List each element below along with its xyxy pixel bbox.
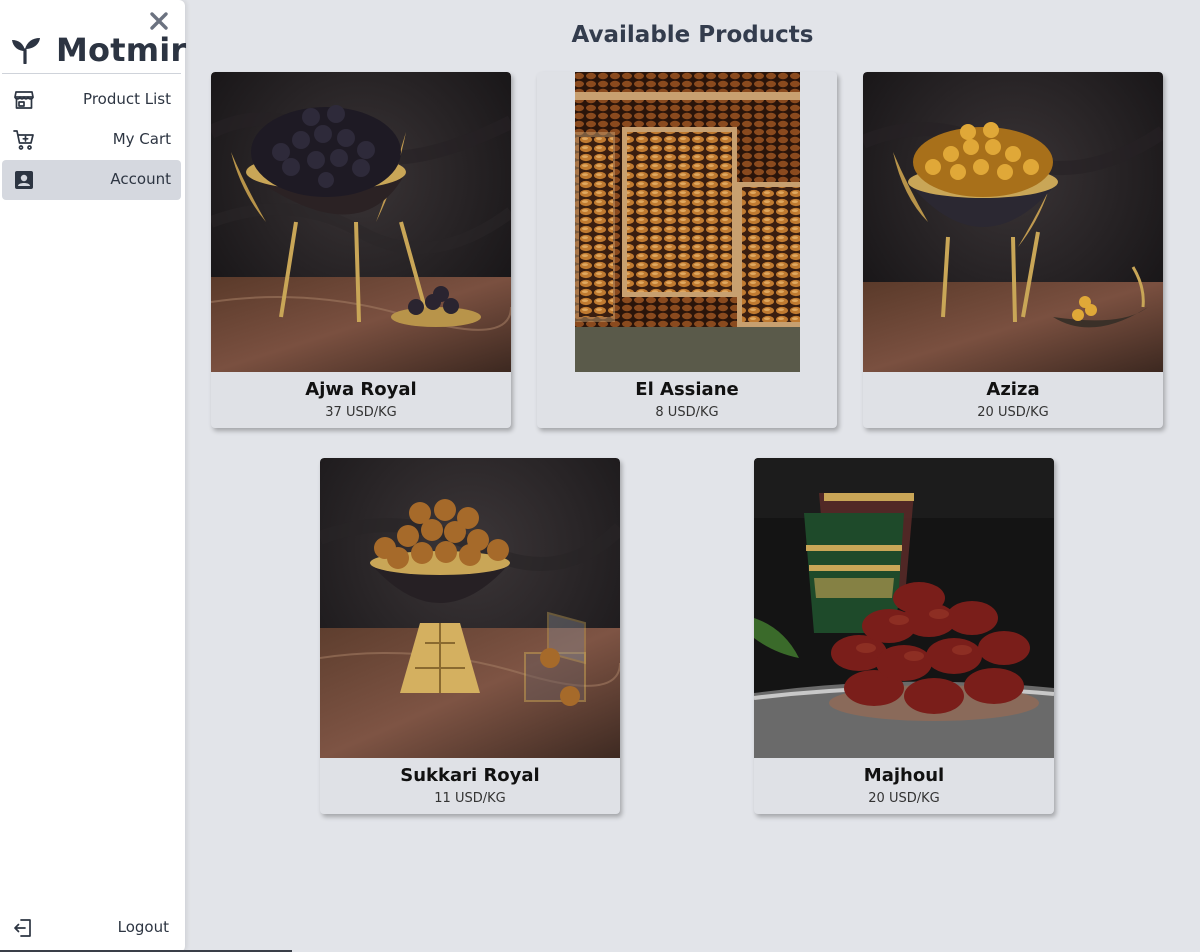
account-icon xyxy=(13,169,35,191)
sidebar-item-label: Product List xyxy=(83,90,171,108)
product-card-sukkari-royal[interactable]: Sukkari Royal 11 USD/KG xyxy=(320,458,620,814)
sprout-logo-icon xyxy=(12,38,40,64)
logout-icon xyxy=(12,917,34,939)
product-name: Ajwa Royal xyxy=(305,379,417,400)
sidebar: Motmir Product List My Cart Account Logo… xyxy=(0,0,186,952)
product-name: El Assiane xyxy=(635,379,739,400)
product-card-aziza[interactable]: Aziza 20 USD/KG xyxy=(863,72,1163,428)
product-name: Majhoul xyxy=(863,765,945,786)
product-price: 20 USD/KG xyxy=(977,405,1049,420)
cart-icon xyxy=(13,129,35,151)
sidebar-item-product-list[interactable]: Product List xyxy=(2,80,181,120)
logout-button[interactable]: Logout xyxy=(2,908,181,948)
product-image[interactable] xyxy=(754,458,1054,758)
store-icon xyxy=(13,89,35,111)
logout-label: Logout xyxy=(117,918,169,936)
product-price: 37 USD/KG xyxy=(325,405,397,420)
product-image[interactable] xyxy=(863,72,1163,372)
app-name: Motmir xyxy=(56,31,187,69)
sidebar-item-my-cart[interactable]: My Cart xyxy=(2,120,181,160)
divider xyxy=(2,73,181,74)
sidebar-item-label: My Cart xyxy=(112,130,171,148)
sidebar-item-account[interactable]: Account xyxy=(2,160,181,200)
sidebar-item-label: Account xyxy=(110,170,171,188)
product-card-majhoul[interactable]: Majhoul 20 USD/KG xyxy=(754,458,1054,814)
page-title: Available Products xyxy=(571,22,814,48)
product-image[interactable] xyxy=(537,72,837,372)
product-price: 20 USD/KG xyxy=(868,791,940,806)
product-price: 8 USD/KG xyxy=(655,405,719,420)
product-name: Aziza xyxy=(986,379,1040,400)
product-name: Sukkari Royal xyxy=(400,765,540,786)
close-icon[interactable] xyxy=(148,10,170,32)
product-card-el-assiane[interactable]: El Assiane 8 USD/KG xyxy=(537,72,837,428)
product-price: 11 USD/KG xyxy=(434,791,506,806)
product-image[interactable] xyxy=(320,458,620,758)
brand[interactable]: Motmir xyxy=(10,30,186,70)
product-image[interactable] xyxy=(211,72,511,372)
product-card-ajwa-royal[interactable]: Ajwa Royal 37 USD/KG xyxy=(211,72,511,428)
